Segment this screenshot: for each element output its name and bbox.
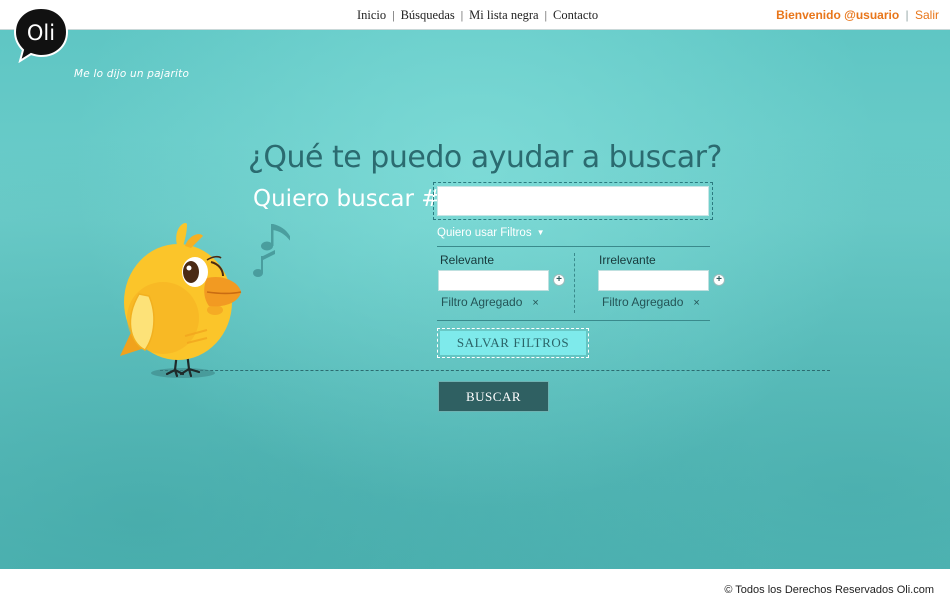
nav-inicio[interactable]: Inicio: [351, 8, 392, 23]
relevant-chip-label: Filtro Agregado: [441, 295, 523, 309]
page-headline: ¿Qué te puedo ayudar a buscar?: [248, 140, 722, 175]
user-separator: |: [905, 8, 909, 22]
hashtag-search-input[interactable]: [437, 186, 709, 216]
search-button[interactable]: BUSCAR: [438, 381, 549, 412]
nav-contacto[interactable]: Contacto: [547, 8, 604, 23]
search-field-frame: [433, 182, 713, 220]
bird-illustration: [120, 222, 290, 378]
filters-divider-bottom: [437, 320, 710, 321]
add-irrelevant-plus-icon[interactable]: +: [713, 274, 725, 286]
filters-toggle[interactable]: Quiero usar Filtros ▼: [437, 227, 545, 239]
user-box: Bienvenido @usuario | Salir: [776, 8, 939, 22]
irrelevant-input[interactable]: [598, 270, 709, 291]
relevant-label: Relevante: [440, 253, 495, 267]
remove-relevant-chip-close-icon[interactable]: ×: [532, 297, 538, 309]
music-note-icon: [253, 224, 290, 277]
filters-toggle-label: Quiero usar Filtros: [437, 227, 532, 239]
save-filters-frame: SALVAR FILTROS: [437, 328, 589, 358]
main-nav: Inicio | Búsquedas | Mi lista negra | Co…: [351, 8, 604, 23]
dropdown-caret-icon: ▼: [536, 228, 545, 237]
logout-link[interactable]: Salir: [915, 8, 939, 22]
irrelevant-label: Irrelevante: [599, 253, 656, 267]
search-label: Quiero buscar #: [253, 186, 441, 212]
irrelevant-filter-chip: Filtro Agregado ×: [602, 295, 700, 309]
logo-text: Oli: [27, 21, 55, 45]
remove-irrelevant-chip-close-icon[interactable]: ×: [693, 297, 699, 309]
nav-lista-negra[interactable]: Mi lista negra: [463, 8, 544, 23]
footer: © Todos los Derechos Reservados Oli.com: [0, 569, 950, 612]
add-relevant-plus-icon[interactable]: +: [553, 274, 565, 286]
irrelevant-chip-label: Filtro Agregado: [602, 295, 684, 309]
filters-divider-top: [437, 246, 710, 247]
relevant-filter-chip: Filtro Agregado ×: [441, 295, 539, 309]
filters-column-divider: [574, 253, 575, 313]
top-bar: Inicio | Búsquedas | Mi lista negra | Co…: [0, 0, 950, 30]
nav-busquedas[interactable]: Búsquedas: [395, 8, 461, 23]
welcome-user: Bienvenido @usuario: [776, 8, 900, 22]
copyright-text: © Todos los Derechos Reservados Oli.com: [724, 584, 934, 596]
save-filters-button[interactable]: SALVAR FILTROS: [440, 331, 586, 355]
relevant-input[interactable]: [438, 270, 549, 291]
speech-bubble-logo-icon[interactable]: Oli: [12, 5, 70, 63]
tagline: Me lo dijo un pajarito: [74, 68, 190, 80]
